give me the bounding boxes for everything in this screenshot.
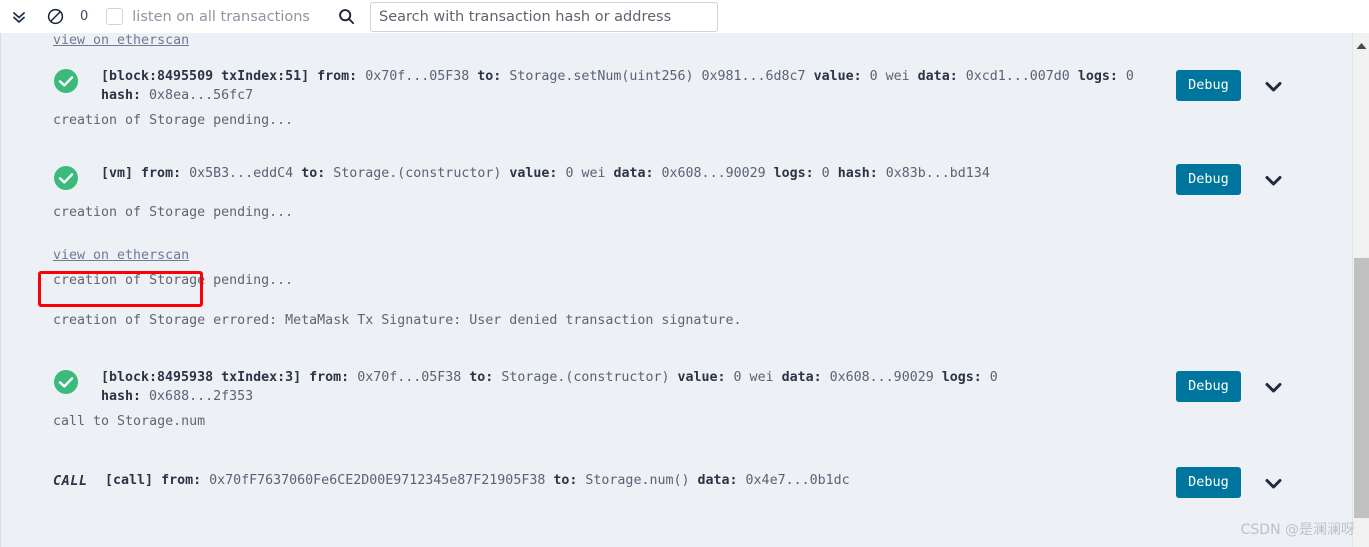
to-label: to: (477, 69, 502, 84)
from-value: 0x5B3...eddC4 (189, 166, 294, 181)
logs-label: logs: (941, 370, 982, 385)
triangle-up-icon[interactable] (1353, 37, 1369, 54)
call-summary-row[interactable]: CALL [call] from: 0x70fF7637060Fe6CE2D00… (1, 467, 1333, 504)
data-label: data: (697, 473, 738, 488)
transaction-status-text: creation of Storage pending... (53, 205, 294, 220)
to-label: to: (469, 370, 494, 385)
call-detail-text: [call] from: 0x70fF7637060Fe6CE2D00E9712… (105, 470, 850, 490)
hash-value: 0x8ea...56fc7 (149, 88, 254, 103)
transactions-log-list: view on etherscan [block:8495509 txIndex… (1, 33, 1333, 547)
debug-button[interactable]: Debug (1176, 371, 1241, 402)
pending-transactions-count: 0 (80, 9, 89, 24)
hash-value: 0x688...2f353 (149, 389, 254, 404)
value-value: 0 wei (869, 69, 910, 84)
transaction-status-text: creation of Storage pending... (53, 113, 294, 128)
log-entry-clipped-top: view on etherscan (53, 33, 189, 49)
vm-label: [vm] (101, 166, 134, 181)
data-value: 0x608...90029 (661, 166, 766, 181)
value-label: value: (813, 69, 862, 84)
search-input[interactable] (369, 1, 718, 32)
call-label: [call] (105, 473, 154, 488)
debug-button[interactable]: Debug (1176, 164, 1241, 195)
to-value: Storage.num() (585, 473, 690, 488)
from-value: 0x70f...05F38 (357, 370, 462, 385)
from-value: 0x70f...05F38 (365, 69, 470, 84)
from-label: from: (141, 166, 182, 181)
block-index-label: [block:8495938 txIndex:3] (101, 370, 302, 385)
data-value: 0x608...90029 (829, 370, 934, 385)
transaction-detail-text: [vm] from: 0x5B3...eddC4 to: Storage.(co… (101, 163, 990, 183)
hash-label: hash: (837, 166, 878, 181)
logs-label: logs: (773, 166, 814, 181)
debug-button[interactable]: Debug (1176, 70, 1241, 101)
success-check-icon (53, 68, 79, 94)
log-entry-transaction: [vm] from: 0x5B3...eddC4 to: Storage.(co… (1, 163, 1333, 222)
from-value: 0x70fF7637060Fe6CE2D00E9712345e87F21905F… (209, 473, 546, 488)
debug-button[interactable]: Debug (1176, 467, 1241, 498)
transaction-status-text: creation of Storage pending... (53, 273, 294, 288)
value-value: 0 wei (733, 370, 774, 385)
listen-all-transactions-checkbox[interactable] (106, 8, 124, 25)
logs-label: logs: (1077, 69, 1118, 84)
data-label: data: (917, 69, 958, 84)
from-label: from: (161, 473, 202, 488)
transactions-log-panel: view on etherscan [block:8495509 txIndex… (0, 33, 1369, 547)
transaction-summary-row[interactable]: [block:8495509 txIndex:51] from: 0x70f..… (1, 66, 1333, 105)
logs-value: 0 (989, 370, 998, 385)
log-entry-error: creation of Storage errored: MetaMask Tx… (1, 311, 1333, 330)
error-status-text: creation of Storage errored: MetaMask Tx… (53, 313, 742, 328)
data-value: 0x4e7...0b1dc (745, 473, 850, 488)
view-on-etherscan-row: view on etherscan (1, 246, 1333, 265)
chevron-down-icon[interactable] (1261, 74, 1285, 98)
chevron-down-icon[interactable] (1261, 375, 1285, 399)
view-on-etherscan-link[interactable]: view on etherscan (53, 248, 189, 263)
hash-value: 0x83b...bd134 (885, 166, 990, 181)
listen-all-transactions-label: listen on all transactions (132, 8, 310, 25)
data-label: data: (781, 370, 822, 385)
log-entry-call: CALL [call] from: 0x70fF7637060Fe6CE2D00… (1, 467, 1333, 504)
chevron-down-icon[interactable] (1261, 168, 1285, 192)
search-icon[interactable] (336, 6, 358, 28)
double-chevron-down-icon[interactable] (8, 6, 30, 28)
success-check-icon (53, 165, 79, 191)
no-entry-icon[interactable] (44, 6, 66, 28)
watermark-text: CSDN @是澜澜呀 (1240, 522, 1355, 538)
value-label: value: (509, 166, 558, 181)
from-label: from: (317, 69, 358, 84)
vertical-scrollbar[interactable] (1352, 33, 1369, 547)
hash-label: hash: (101, 389, 142, 404)
logs-value: 0 (1125, 69, 1134, 84)
transaction-detail-text: [block:8495509 txIndex:51] from: 0x70f..… (101, 66, 1134, 105)
chevron-down-icon[interactable] (1261, 471, 1285, 495)
view-on-etherscan-link[interactable]: view on etherscan (53, 33, 189, 48)
transaction-status-text: call to Storage.num (53, 414, 206, 429)
to-value: Storage.(constructor) (333, 166, 502, 181)
call-type-tag: CALL (53, 473, 88, 489)
transaction-detail-text: [block:8495938 txIndex:3] from: 0x70f...… (101, 367, 998, 406)
transactions-toolbar: 0 listen on all transactions (0, 0, 1369, 33)
block-index-label: [block:8495509 txIndex:51] (101, 69, 310, 84)
to-label: to: (553, 473, 578, 488)
log-entry-etherscan-link: view on etherscan creation of Storage pe… (1, 246, 1333, 290)
transaction-summary-row[interactable]: [block:8495938 txIndex:3] from: 0x70f...… (1, 367, 1333, 406)
to-value: Storage.setNum(uint256) 0x981...6d8c7 (509, 69, 806, 84)
to-label: to: (301, 166, 326, 181)
logs-value: 0 (821, 166, 830, 181)
log-entry-transaction: [block:8495938 txIndex:3] from: 0x70f...… (1, 367, 1333, 431)
hash-label: hash: (101, 88, 142, 103)
log-entry-transaction: [block:8495509 txIndex:51] from: 0x70f..… (1, 66, 1333, 130)
to-value: Storage.(constructor) (501, 370, 670, 385)
from-label: from: (309, 370, 350, 385)
data-value: 0xcd1...007d0 (965, 69, 1070, 84)
success-check-icon (53, 369, 79, 395)
value-value: 0 wei (565, 166, 606, 181)
data-label: data: (613, 166, 654, 181)
transaction-summary-row[interactable]: [vm] from: 0x5B3...eddC4 to: Storage.(co… (1, 163, 1333, 197)
value-label: value: (677, 370, 726, 385)
scrollbar-thumb[interactable] (1354, 258, 1369, 518)
